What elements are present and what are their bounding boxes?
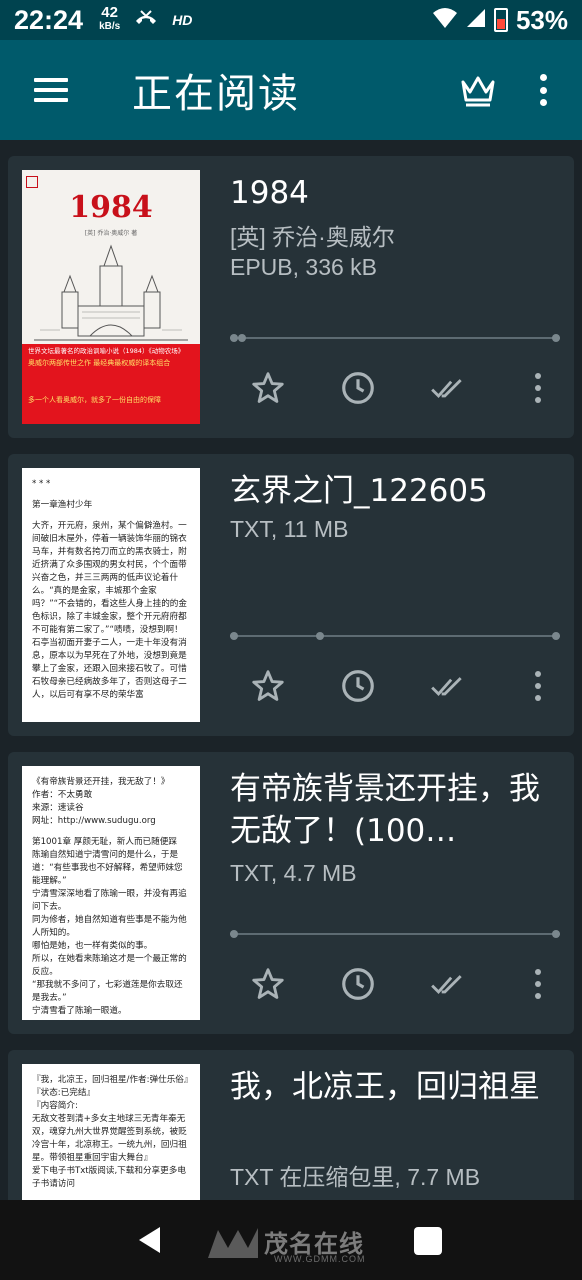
book-card[interactable]: 《有帝族背景还开挂，我无敌了！》 作者：不太勇敢 来源：速读谷 网址：http:… [8, 752, 574, 1034]
page-title: 正在阅读 [132, 71, 300, 117]
favorite-star-icon[interactable] [248, 368, 288, 408]
reading-list: 1984 [英] 乔治·奥威尔 著 世界文坛最著名的政治讽喻小说（1984）《动… [0, 140, 582, 1200]
back-icon[interactable] [136, 1225, 166, 1255]
book-meta: EPUB, 336 kB [230, 254, 378, 280]
watermark-logo-icon [208, 1228, 258, 1258]
crown-icon[interactable] [458, 70, 498, 110]
wifi-icon [432, 7, 458, 33]
book-card[interactable]: * * * 第一章渔村少年 大齐，开元府，泉州，某个偏僻渔村。一间破旧木屋外，停… [8, 454, 574, 736]
book-cover: 『我，北凉王，回归祖星/作者:弹仕乐俗』 『状态:已完结』 『内容简介: 无敌文… [22, 1064, 200, 1200]
more-vert-icon[interactable] [518, 964, 558, 1004]
clock-icon[interactable] [338, 666, 378, 706]
reading-progress[interactable] [230, 333, 560, 343]
favorite-star-icon[interactable] [248, 666, 288, 706]
missed-call-icon [134, 8, 158, 32]
app-bar: 正在阅读 [0, 40, 582, 140]
status-bar: 22:24 42 kB/s HD 53% [0, 0, 582, 40]
signal-icon [466, 8, 486, 32]
clock-icon[interactable] [338, 964, 378, 1004]
reading-progress[interactable] [230, 929, 560, 939]
book-author: [英] 乔治·奥威尔 [230, 224, 395, 250]
book-meta: TXT, 4.7 MB [230, 860, 357, 886]
battery-percent: 53% [515, 4, 568, 35]
book-card[interactable]: 『我，北凉王，回归祖星/作者:弹仕乐俗』 『状态:已完结』 『内容简介: 无敌文… [8, 1050, 574, 1200]
network-speed: 42 kB/s [99, 4, 121, 32]
status-time: 22:24 [14, 4, 84, 35]
book-card[interactable]: 1984 [英] 乔治·奥威尔 著 世界文坛最著名的政治讽喻小说（1984）《动… [8, 156, 574, 438]
hd-voice-label: HD [172, 12, 193, 28]
more-vert-icon[interactable] [518, 666, 558, 706]
book-title: 我，北凉王，回归祖星 [230, 1069, 540, 1105]
mark-read-icon[interactable] [428, 368, 468, 408]
favorite-star-icon[interactable] [248, 964, 288, 1004]
book-title: 1984 [230, 175, 309, 211]
book-title: 有帝族背景还开挂，我无敌了！(100… [230, 771, 540, 849]
clock-icon[interactable] [338, 368, 378, 408]
cover-band: 世界文坛最著名的政治讽喻小说（1984）《动物农场》 奥威尔两部传世之作 最经典… [22, 344, 200, 424]
more-vert-icon[interactable] [538, 74, 548, 106]
more-vert-icon[interactable] [518, 368, 558, 408]
home-watermark[interactable]: 茂名在线 WWW.GDMM.COM [204, 1222, 394, 1264]
system-nav-bar: 茂名在线 WWW.GDMM.COM [0, 1200, 582, 1280]
reading-progress[interactable] [230, 631, 560, 641]
mark-read-icon[interactable] [428, 666, 468, 706]
castle-illustration [34, 244, 188, 341]
publisher-seal [26, 176, 38, 188]
book-meta: TXT, 11 MB [230, 516, 349, 542]
book-meta: TXT 在压缩包里, 7.7 MB [230, 1164, 481, 1190]
recents-icon[interactable] [414, 1227, 442, 1255]
book-cover: 《有帝族背景还开挂，我无敌了！》 作者：不太勇敢 来源：速读谷 网址：http:… [22, 766, 200, 1020]
book-cover: * * * 第一章渔村少年 大齐，开元府，泉州，某个偏僻渔村。一间破旧木屋外，停… [22, 468, 200, 722]
book-cover: 1984 [英] 乔治·奥威尔 著 世界文坛最著名的政治讽喻小说（1984）《动… [22, 170, 200, 424]
mark-read-icon[interactable] [428, 964, 468, 1004]
battery-icon [493, 8, 508, 32]
book-title: 玄界之门_122605 [230, 473, 488, 509]
hamburger-menu-icon[interactable] [34, 78, 68, 102]
